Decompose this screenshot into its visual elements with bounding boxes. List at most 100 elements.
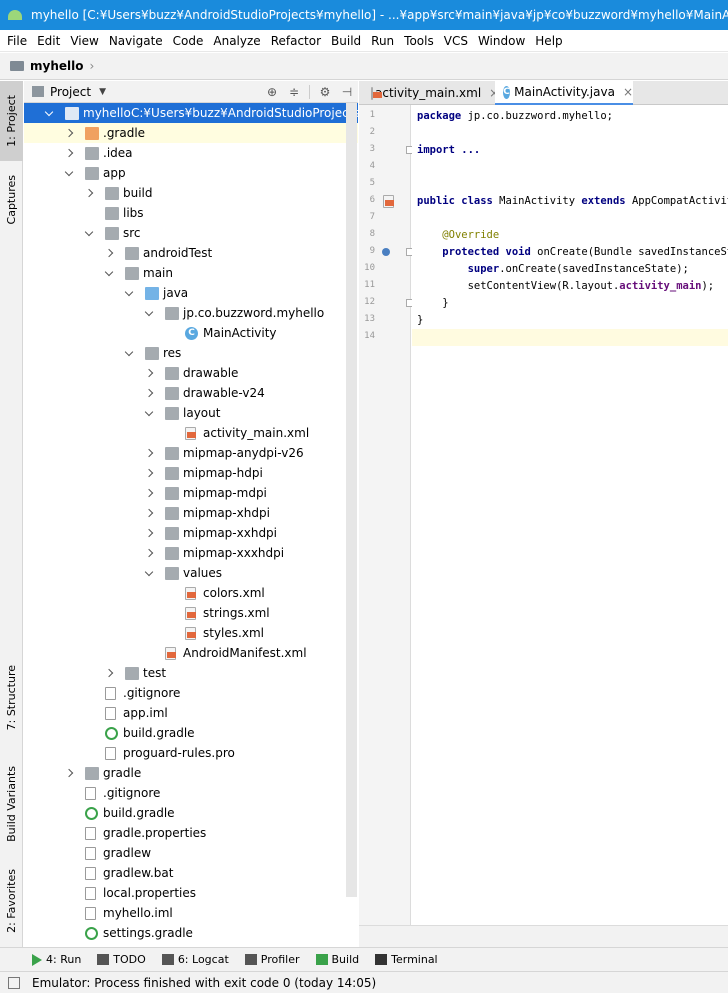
chevron-down-icon[interactable] <box>64 163 74 183</box>
tree-item-gradle[interactable]: gradle <box>24 763 358 783</box>
hide-icon[interactable]: ⊣ <box>340 85 354 99</box>
tree-item-mipmap-hdpi[interactable]: mipmap-hdpi <box>24 463 358 483</box>
menu-item-edit[interactable]: Edit <box>32 34 65 48</box>
tree-item-test[interactable]: test <box>24 663 358 683</box>
tree-item-gradlew-bat[interactable]: gradlew.bat <box>24 863 358 883</box>
tree-item-mipmap-xhdpi[interactable]: mipmap-xhdpi <box>24 503 358 523</box>
chevron-down-icon[interactable] <box>144 303 154 323</box>
chevron-right-icon[interactable] <box>104 243 114 263</box>
tree-item-libs[interactable]: libs <box>24 203 358 223</box>
tree-scrollbar[interactable] <box>346 103 357 897</box>
project-view-selector[interactable]: Project <box>50 85 91 99</box>
chevron-down-icon[interactable] <box>124 283 134 303</box>
close-icon[interactable]: × <box>623 85 633 99</box>
chevron-right-icon[interactable] <box>144 363 154 383</box>
tree-item-layout[interactable]: layout <box>24 403 358 423</box>
tab-favorites[interactable]: 2: Favorites <box>0 861 23 941</box>
tree-item-gitignore[interactable]: .gitignore <box>24 783 358 803</box>
status-toggle-icon[interactable] <box>8 976 20 989</box>
chevron-right-icon[interactable] <box>64 123 74 143</box>
menu-item-analyze[interactable]: Analyze <box>208 34 265 48</box>
tree-item-gitignore[interactable]: .gitignore <box>24 683 358 703</box>
tree-item-myhello-iml[interactable]: myhello.iml <box>24 903 358 923</box>
menu-item-refactor[interactable]: Refactor <box>266 34 326 48</box>
menu-item-navigate[interactable]: Navigate <box>104 34 168 48</box>
tree-item-strings-xml[interactable]: strings.xml <box>24 603 358 623</box>
menu-item-run[interactable]: Run <box>366 34 399 48</box>
collapse-icon[interactable]: ≑ <box>287 85 301 99</box>
chevron-right-icon[interactable] <box>144 463 154 483</box>
tree-item-java[interactable]: java <box>24 283 358 303</box>
breadcrumb-project[interactable]: myhello <box>30 59 83 73</box>
chevron-down-icon[interactable] <box>124 343 134 363</box>
tab-build-variants[interactable]: Build Variants <box>0 749 23 859</box>
tool-button-terminal[interactable]: Terminal <box>375 953 438 966</box>
target-icon[interactable]: ⊕ <box>265 85 279 99</box>
tree-item-gradle-properties[interactable]: gradle.properties <box>24 823 358 843</box>
editor-tab-activity-main-xml[interactable]: activity_main.xml× <box>361 81 499 105</box>
chevron-down-icon[interactable] <box>144 403 154 423</box>
tree-item-mipmap-xxhdpi[interactable]: mipmap-xxhdpi <box>24 523 358 543</box>
tree-item-mainactivity[interactable]: C MainActivity <box>24 323 358 343</box>
chevron-right-icon[interactable] <box>104 663 114 683</box>
chevron-right-icon[interactable] <box>64 143 74 163</box>
tree-item-values[interactable]: values <box>24 563 358 583</box>
tree-item-app-iml[interactable]: app.iml <box>24 703 358 723</box>
override-marker-icon[interactable] <box>382 248 390 256</box>
chevron-right-icon[interactable] <box>144 503 154 523</box>
tree-item-local-properties[interactable]: local.properties <box>24 883 358 903</box>
chevron-right-icon[interactable] <box>144 483 154 503</box>
tree-item-styles-xml[interactable]: styles.xml <box>24 623 358 643</box>
menu-item-vcs[interactable]: VCS <box>439 34 473 48</box>
tree-item-androidtest[interactable]: androidTest <box>24 243 358 263</box>
chevron-down-icon[interactable] <box>104 263 114 283</box>
tree-item-jp-co-buzzword-myhello[interactable]: jp.co.buzzword.myhello <box>24 303 358 323</box>
tree-item-settings-gradle[interactable]: settings.gradle <box>24 923 358 943</box>
tree-item-colors-xml[interactable]: colors.xml <box>24 583 358 603</box>
tree-item-mipmap-xxxhdpi[interactable]: mipmap-xxxhdpi <box>24 543 358 563</box>
tree-item-mipmap-anydpi-v26[interactable]: mipmap-anydpi-v26 <box>24 443 358 463</box>
tree-item-proguard-rules-pro[interactable]: proguard-rules.pro <box>24 743 358 763</box>
chevron-down-icon[interactable] <box>144 563 154 583</box>
tree-item-drawable[interactable]: drawable <box>24 363 358 383</box>
menu-item-build[interactable]: Build <box>326 34 366 48</box>
chevron-right-icon[interactable] <box>144 543 154 563</box>
tab-captures[interactable]: Captures <box>0 163 23 237</box>
editor-tab-mainactivity-java[interactable]: C MainActivity.java × <box>495 81 633 105</box>
tree-item-build-gradle[interactable]: build.gradle <box>24 803 358 823</box>
chevron-down-icon[interactable]: ▼ <box>99 87 106 97</box>
tool-button-todo[interactable]: TODO <box>97 953 146 966</box>
tab-project[interactable]: 1: Project <box>0 81 23 161</box>
chevron-right-icon[interactable] <box>144 443 154 463</box>
tree-item-drawable-v24[interactable]: drawable-v24 <box>24 383 358 403</box>
menu-item-tools[interactable]: Tools <box>399 34 439 48</box>
tree-item-myhello[interactable]: myhelloC:¥Users¥buzz¥AndroidStudioProjec… <box>24 103 358 123</box>
menu-item-help[interactable]: Help <box>530 34 567 48</box>
tree-item-mipmap-mdpi[interactable]: mipmap-mdpi <box>24 483 358 503</box>
chevron-right-icon[interactable] <box>84 183 94 203</box>
chevron-down-icon[interactable] <box>44 103 54 123</box>
menu-item-file[interactable]: File <box>2 34 32 48</box>
tab-structure[interactable]: 7: Structure <box>0 653 23 743</box>
chevron-right-icon[interactable] <box>64 763 74 783</box>
code-editor[interactable]: package jp.co.buzzword.myhello; import ..… <box>412 105 728 925</box>
chevron-right-icon[interactable] <box>144 523 154 543</box>
chevron-down-icon[interactable] <box>84 223 94 243</box>
menu-item-window[interactable]: Window <box>473 34 530 48</box>
tree-item-gradlew[interactable]: gradlew <box>24 843 358 863</box>
chevron-right-icon[interactable] <box>144 383 154 403</box>
tree-item-src[interactable]: src <box>24 223 358 243</box>
editor-horizontal-scrollbar[interactable] <box>359 925 728 947</box>
menu-item-code[interactable]: Code <box>168 34 209 48</box>
tree-item-gradle[interactable]: .gradle <box>24 123 358 143</box>
tool-button-4-run[interactable]: 4: Run <box>32 953 81 966</box>
tree-item-app[interactable]: app <box>24 163 358 183</box>
tree-item-activity-main-xml[interactable]: activity_main.xml <box>24 423 358 443</box>
tree-item-build[interactable]: build <box>24 183 358 203</box>
gear-icon[interactable]: ⚙ <box>318 85 332 99</box>
tree-item-build-gradle[interactable]: build.gradle <box>24 723 358 743</box>
tree-item-idea[interactable]: .idea <box>24 143 358 163</box>
menu-item-view[interactable]: View <box>65 34 103 48</box>
tree-item-main[interactable]: main <box>24 263 358 283</box>
tree-item-res[interactable]: res <box>24 343 358 363</box>
